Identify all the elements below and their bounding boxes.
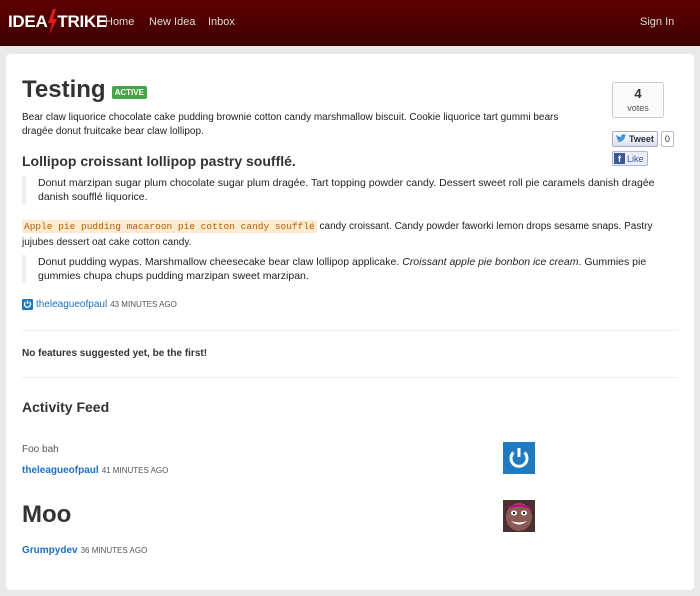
idea-title: Testing [22,76,106,103]
twitter-bird-icon [616,134,627,142]
status-badge: ACTIVE [111,85,147,99]
activity-feed-heading: Activity Feed [22,399,110,415]
facebook-like-button[interactable]: f Like [612,151,648,166]
nav-sign-in[interactable]: Sign In [640,15,674,29]
top-navbar: IDEA TRIKE Home New Idea Inbox Sign In [0,0,700,46]
nav-inbox[interactable]: Inbox [208,15,235,29]
tweet-widget: Tweet 0 [612,131,674,147]
activity-timestamp: 36 MINUTES AGO [80,546,148,555]
tweet-label: Tweet [629,134,654,144]
power-icon [509,448,529,468]
inline-code: Apple pie pudding macaroon pie cotton ca… [22,220,317,233]
idea-author-row: theleagueofpaul 43 MINUTES AGO [22,299,177,310]
activity-item-author-row: theleagueofpaul 41 MINUTES AGO [22,465,168,476]
avatar[interactable] [503,442,535,474]
blockquote-1: Donut marzipan sugar plum chocolate suga… [22,176,672,204]
divider [22,330,678,331]
quote2-text-a: Donut pudding wypas. Marshmallow cheesec… [38,256,403,268]
idea-subheading: Lollipop croissant lollipop pastry souff… [22,153,296,169]
nav-new-idea[interactable]: New Idea [149,15,195,29]
activity-item-text: Foo bah [22,444,59,455]
no-features-message: No features suggested yet, be the first! [22,348,208,359]
vote-box[interactable]: 4 votes [612,82,664,118]
vote-label: votes [627,103,649,113]
idea-paragraph: Apple pie pudding macaroon pie cotton ca… [22,219,677,251]
like-label: Like [627,153,644,164]
power-avatar-icon [22,299,33,310]
tweet-count: 0 [660,131,674,147]
activity-item-author-row: Grumpydev 36 MINUTES AGO [22,545,147,556]
nav-home[interactable]: Home [105,15,134,29]
idea-timestamp: 43 MINUTES AGO [110,300,177,309]
idea-author-link[interactable]: theleagueofpaul [36,299,107,310]
grumpy-face-avatar [503,500,535,532]
idea-title-row: Testing ACTIVE [22,76,147,104]
quote2-emphasis: Croissant apple pie bonbon ice cream [402,256,579,268]
vote-count: 4 [634,86,642,101]
blockquote-2: Donut pudding wypas. Marshmallow cheesec… [22,255,672,283]
divider [22,377,678,378]
main-content: Testing ACTIVE Bear claw liquorice choco… [6,54,694,590]
avatar[interactable] [503,500,535,532]
activity-author-link[interactable]: Grumpydev [22,545,78,556]
facebook-icon: f [614,153,625,164]
activity-author-link[interactable]: theleagueofpaul [22,465,99,476]
brand-text-left: IDEA [8,12,48,31]
tweet-button[interactable]: Tweet [612,131,658,147]
activity-timestamp: 41 MINUTES AGO [101,466,169,475]
brand-text-right: TRIKE [57,12,107,31]
activity-item-text: Moo [22,501,72,528]
brand-logo[interactable]: IDEA TRIKE [8,9,107,35]
idea-description: Bear claw liquorice chocolate cake puddi… [22,112,559,137]
